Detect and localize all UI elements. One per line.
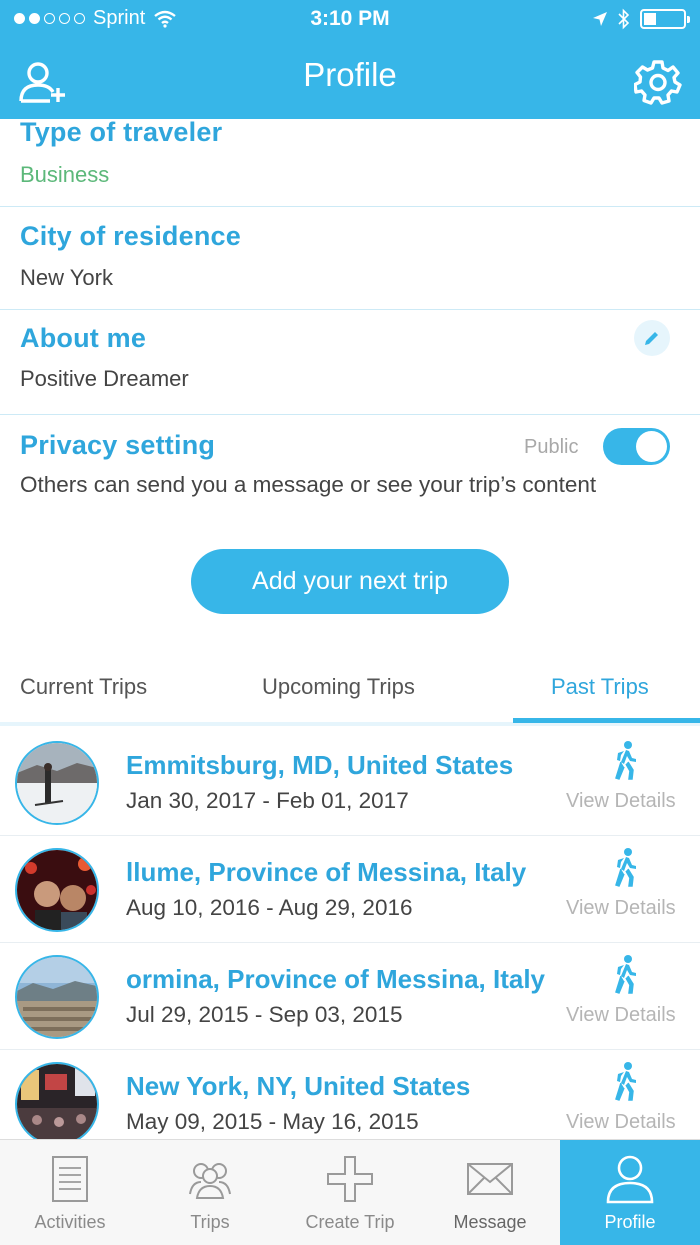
envelope-icon bbox=[467, 1163, 513, 1195]
bottom-navigation: Activities Trips Create Trip Message Pro… bbox=[0, 1139, 700, 1245]
view-details-link[interactable]: View Details bbox=[566, 897, 676, 920]
edit-about-button[interactable] bbox=[634, 320, 670, 356]
view-details-link[interactable]: View Details bbox=[566, 1004, 676, 1027]
active-tab-indicator bbox=[513, 718, 700, 723]
nav-message[interactable]: Message bbox=[420, 1140, 560, 1245]
location-arrow-icon bbox=[593, 12, 607, 26]
city-section: City of residence New York bbox=[0, 207, 700, 310]
tab-upcoming-trips[interactable]: Upcoming Trips bbox=[262, 674, 415, 700]
view-details-link[interactable]: View Details bbox=[566, 1111, 676, 1134]
trip-row[interactable]: llume, Province of Messina, Italy Aug 10… bbox=[0, 837, 700, 943]
privacy-label: Privacy setting bbox=[20, 430, 216, 460]
plus-icon bbox=[327, 1156, 373, 1202]
trip-tabs: Current Trips Upcoming Trips Past Trips bbox=[0, 658, 700, 726]
app-header: Sprint 3:10 PM Profile bbox=[0, 0, 700, 119]
trip-dates: Jul 29, 2015 - Sep 03, 2015 bbox=[126, 1002, 403, 1027]
nav-label: Profile bbox=[604, 1212, 656, 1232]
view-details-link[interactable]: View Details bbox=[566, 790, 676, 813]
add-trip-button[interactable]: Add your next trip bbox=[191, 549, 509, 614]
hiker-icon[interactable] bbox=[608, 740, 642, 780]
user-icon bbox=[606, 1155, 654, 1204]
about-label: About me bbox=[20, 323, 147, 353]
nav-trips[interactable]: Trips bbox=[140, 1140, 280, 1245]
nav-profile[interactable]: Profile bbox=[560, 1140, 700, 1245]
traveler-type-value[interactable]: Business bbox=[20, 162, 109, 188]
nav-label: Trips bbox=[190, 1212, 230, 1232]
activities-icon bbox=[52, 1156, 88, 1202]
status-bar: Sprint 3:10 PM bbox=[0, 0, 700, 40]
tab-past-trips[interactable]: Past Trips bbox=[551, 674, 649, 700]
trip-destination: llume, Province of Messina, Italy bbox=[126, 857, 527, 887]
nav-label: Create Trip bbox=[305, 1212, 395, 1232]
trip-row[interactable]: Emmitsburg, MD, United States Jan 30, 20… bbox=[0, 730, 700, 836]
trip-photo bbox=[15, 848, 99, 932]
city-value[interactable]: New York bbox=[20, 265, 113, 291]
trips-icon bbox=[189, 1163, 231, 1199]
tab-current-trips[interactable]: Current Trips bbox=[20, 674, 147, 700]
trip-photo bbox=[15, 741, 99, 825]
trip-dates: Jan 30, 2017 - Feb 01, 2017 bbox=[126, 788, 409, 813]
trip-photo bbox=[15, 955, 99, 1039]
trip-dates: May 09, 2015 - May 16, 2015 bbox=[126, 1109, 419, 1134]
hiker-icon[interactable] bbox=[608, 847, 642, 887]
privacy-state-label: Public bbox=[524, 436, 579, 458]
about-value: Positive Dreamer bbox=[20, 366, 189, 391]
privacy-toggle[interactable] bbox=[603, 428, 670, 465]
page-title: Profile bbox=[303, 56, 397, 93]
nav-activities[interactable]: Activities bbox=[0, 1140, 140, 1245]
trip-dates: Aug 10, 2016 - Aug 29, 2016 bbox=[126, 895, 413, 920]
traveler-type-label: Type of traveler bbox=[20, 117, 223, 147]
nav-create-trip[interactable]: Create Trip bbox=[280, 1140, 420, 1245]
city-label: City of residence bbox=[20, 221, 241, 251]
bluetooth-icon bbox=[618, 8, 630, 30]
nav-label: Message bbox=[453, 1212, 527, 1232]
about-section: About me Positive Dreamer bbox=[0, 310, 700, 415]
privacy-description: Others can send you a message or see you… bbox=[20, 472, 597, 497]
trip-destination: Emmitsburg, MD, United States bbox=[126, 750, 514, 780]
trip-destination: New York, NY, United States bbox=[126, 1071, 471, 1101]
gear-icon[interactable] bbox=[634, 58, 682, 106]
nav-label: Activities bbox=[34, 1212, 106, 1232]
hiker-icon[interactable] bbox=[608, 1061, 642, 1101]
pencil-icon bbox=[645, 332, 658, 345]
trip-photo bbox=[15, 1062, 99, 1146]
traveler-type-section: Type of traveler Business bbox=[0, 117, 700, 207]
trip-destination: ormina, Province of Messina, Italy bbox=[126, 964, 546, 994]
battery-icon bbox=[640, 9, 690, 29]
hiker-icon[interactable] bbox=[608, 954, 642, 994]
trip-row[interactable]: ormina, Province of Messina, Italy Jul 2… bbox=[0, 944, 700, 1050]
